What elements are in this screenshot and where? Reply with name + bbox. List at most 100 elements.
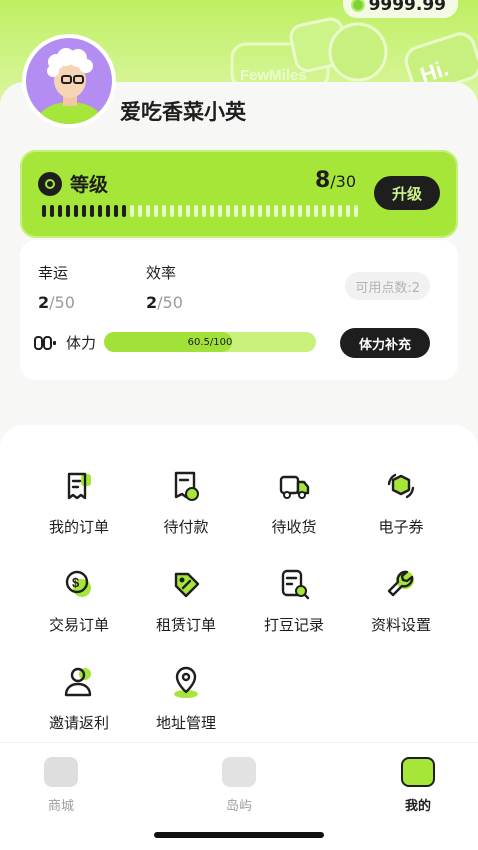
tab-mine[interactable]: 我的 [373,757,463,814]
avatar-illustration [26,38,112,124]
tab-shop[interactable]: 商城 [16,757,106,814]
menu-label: 地址管理 [155,714,216,732]
coin-balance[interactable]: 9999.99 [342,0,458,18]
level-progress-tick [146,205,150,217]
menu-item-rental-orders[interactable]: 租赁订单 [131,566,241,635]
pending-payment-icon [168,468,204,504]
stat-efficiency-label: 效率 [146,264,177,282]
level-progress-tick [234,205,238,217]
level-progress-tick [242,205,246,217]
level-progress-tick [338,205,342,217]
level-progress-tick [98,205,102,217]
location-pin-icon [168,664,204,700]
level-progress-tick [202,205,206,217]
level-progress-tick [290,205,294,217]
menu-item-address-management[interactable]: 地址管理 [131,664,241,733]
battery-icon [34,335,56,350]
svg-text:$: $ [72,575,80,590]
level-progress-tick [210,205,214,217]
level-card: 等级 8/30 升级 [20,150,458,238]
level-title: 等级 [38,170,108,197]
menu-item-e-coupon[interactable]: 电子券 [346,468,456,537]
tab-island[interactable]: 岛屿 [194,757,284,814]
stamina-refill-button[interactable]: 体力补充 [340,328,430,358]
level-progress-ticks [42,205,358,217]
invite-user-icon [61,664,97,700]
level-progress-tick [354,205,358,217]
stat-luck-label: 幸运 [38,264,69,282]
level-progress-tick [138,205,142,217]
level-progress-tick [58,205,62,217]
level-progress-tick [162,205,166,217]
menu-label: 电子券 [378,518,424,536]
menu-item-profile-settings[interactable]: 资料设置 [346,566,456,635]
menu-label: 待付款 [163,518,209,536]
home-indicator [154,832,324,838]
tab-label: 岛屿 [225,799,252,814]
level-progress-tick [186,205,190,217]
stamina-progress-text: 60.5/100 [187,336,233,348]
menu-item-bean-records[interactable]: 打豆记录 [239,566,349,635]
level-label: 等级 [70,174,109,196]
coin-icon [350,0,365,12]
upgrade-button[interactable]: 升级 [374,176,440,210]
order-receipt-icon [61,468,97,504]
level-progress-tick [282,205,286,217]
level-progress-tick [306,205,310,217]
menu-item-pending-delivery[interactable]: 待收货 [239,468,349,537]
level-progress-tick [42,205,46,217]
level-progress-tick [82,205,86,217]
shop-icon [44,757,78,787]
menu-item-invite-rebate[interactable]: 邀请返利 [24,664,134,733]
level-progress-tick [298,205,302,217]
level-progress-tick [226,205,230,217]
level-progress-tick [154,205,158,217]
level-progress-tick [90,205,94,217]
available-points-badge: 可用点数:2 [345,272,430,300]
menu-grid: 我的订单 待付款 待收货 电子券 $ 交易订单 租赁订单 打豆记录 资料设置 邀… [0,425,478,755]
level-progress-tick [106,205,110,217]
level-progress-tick [178,205,182,217]
menu-label: 租赁订单 [155,616,216,634]
tab-label: 商城 [47,799,74,814]
level-progress-tick [266,205,270,217]
level-progress-tick [130,205,134,217]
stat-luck-value: 2/50 [38,293,75,312]
username: 爱吃香菜小英 [120,100,246,124]
menu-label: 我的订单 [48,518,109,536]
e-coupon-icon [383,468,419,504]
level-progress-tick [218,205,222,217]
level-progress-tick [250,205,254,217]
menu-item-pending-payment[interactable]: 待付款 [131,468,241,537]
stats-card: 幸运 2/50 效率 2/50 可用点数:2 体力 60.5/100 体力补充 [20,240,458,380]
level-progress-tick [314,205,318,217]
level-progress-tick [194,205,198,217]
stat-luck: 幸运 2/50 [38,262,75,312]
stat-efficiency: 效率 2/50 [146,262,183,312]
level-progress-tick [50,205,54,217]
menu-label: 打豆记录 [263,616,324,634]
menu-label: 待收货 [271,518,317,536]
rental-tag-icon [168,566,204,602]
menu-label: 资料设置 [370,616,431,634]
menu-item-trade-orders[interactable]: $ 交易订单 [24,566,134,635]
level-max: /30 [330,172,356,191]
level-progress-tick [114,205,118,217]
coin-amount: 9999.99 [368,0,446,15]
stamina-label-group: 体力 [34,332,96,353]
avatar[interactable] [22,34,116,128]
gamepad-icon [222,757,256,787]
stamina-label: 体力 [66,334,97,352]
menu-label: 邀请返利 [48,714,109,732]
level-progress-tick [330,205,334,217]
level-badge-icon [38,171,62,196]
stat-efficiency-value: 2/50 [146,293,183,312]
wrench-settings-icon [383,566,419,602]
profile-icon [401,757,435,787]
menu-item-my-orders[interactable]: 我的订单 [24,468,134,537]
level-progress-text: 8/30 [315,168,356,193]
record-search-icon [276,566,312,602]
level-progress-tick [274,205,278,217]
trade-coin-icon: $ [61,566,97,602]
menu-label: 交易订单 [48,616,109,634]
